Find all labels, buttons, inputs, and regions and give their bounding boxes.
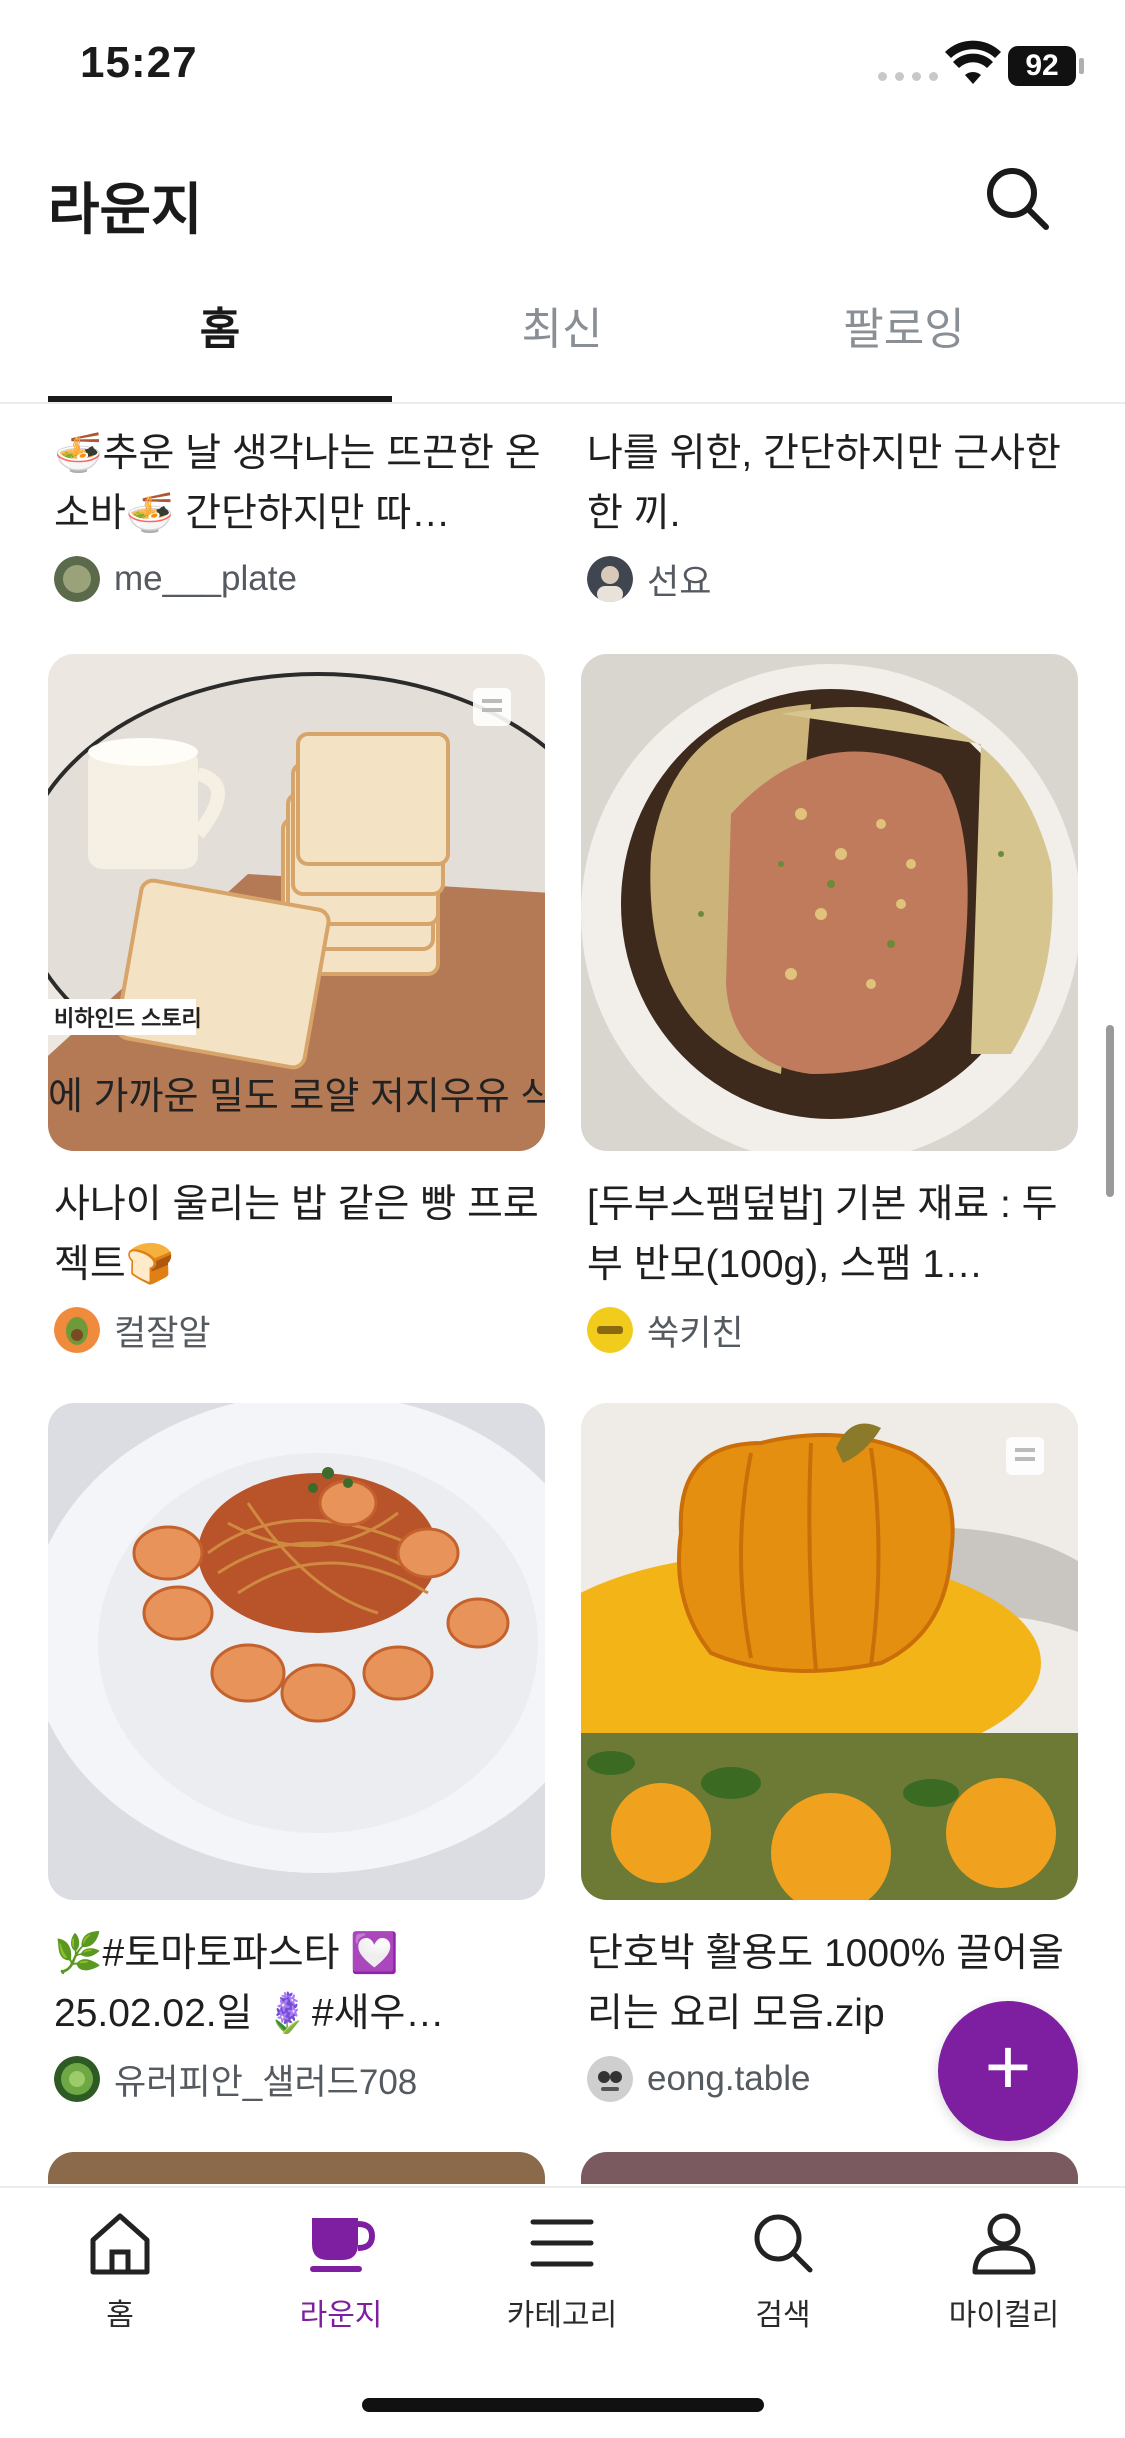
post-caption: 🍜추운 날 생각나는 뜨끈한 온소바🍜 간단하지만 따… [54,432,541,535]
image-text: 에 가까운 밀도 로얄 저지우유 식빵 [48,1076,545,1118]
author-avatar [587,2056,633,2102]
post-thumbnail[interactable]: 비하인드 스토리 에 가까운 밀도 로얄 저지우유 식빵 [48,654,545,1151]
nav-lounge[interactable]: 라운지 [241,2210,441,2334]
post-card[interactable]: 🍜추운 날 생각나는 뜨끈한 온소바🍜 간단하지만 따… me___plate [48,424,545,606]
wifi-icon [945,40,1001,84]
create-post-button[interactable]: + [938,2001,1078,2141]
author-avatar [587,1307,633,1353]
post-author[interactable]: 선요 [581,552,1078,606]
page-title: 라운지 [48,178,203,241]
post-thumbnail[interactable] [48,1403,545,1900]
tab-indicator [48,396,392,402]
status-bar: 15:27 92 [0,0,1125,135]
post-card[interactable] [581,2152,1078,2184]
post-thumbnail[interactable] [48,2152,545,2184]
post-author[interactable]: 유러피안_샐러드708 [48,2052,545,2106]
post-thumbnail[interactable] [581,1403,1078,1900]
tab-bar: 홈 최신 팔로잉 [0,275,1125,404]
nav-search[interactable]: 검색 [683,2210,883,2334]
author-avatar [54,556,100,602]
post-thumbnail[interactable] [581,654,1078,1151]
author-name: eong.table [647,2059,811,2098]
user-icon [972,2213,1036,2275]
recipe-doc-icon [473,688,511,726]
post-card[interactable] [48,2152,545,2184]
tab-following[interactable]: 팔로잉 [732,275,1076,402]
battery-level: 92 [1008,46,1076,86]
lounge-feed[interactable]: 🍜추운 날 생각나는 뜨끈한 온소바🍜 간단하지만 따… me___plate … [0,404,1125,2184]
coffee-cup-icon [310,2218,376,2272]
home-indicator [362,2398,764,2412]
tab-home[interactable]: 홈 [48,275,392,402]
post-card[interactable]: 비하인드 스토리 에 가까운 밀도 로얄 저지우유 식빵 사나이 울리는 밥 같… [48,654,545,1357]
post-card[interactable]: 🌿#토마토파스타 💟 25.02.02.일 🪻#새우… 유러피안_샐러드708 [48,1403,545,2106]
post-card[interactable]: 나를 위한, 간단하지만 근사한 한 끼. 선요 [581,424,1078,606]
post-caption: [두부스팸덮밥] 기본 재료 : 두부 반모(100g), 스팸 1… [587,1183,1058,1286]
nav-category[interactable]: 카테고리 [462,2210,662,2334]
home-icon [90,2213,150,2275]
author-name: 쑥키친 [647,1313,744,1353]
menu-icon [530,2219,594,2267]
nav-label: 마이컬리 [948,2299,1060,2332]
nav-label: 검색 [755,2299,811,2332]
recipe-doc-icon [1006,1437,1044,1475]
battery-cap [1079,58,1084,74]
page-header: 라운지 [0,135,1125,265]
nav-home[interactable]: 홈 [20,2210,220,2334]
signal-dots-icon [878,72,938,81]
search-icon[interactable] [982,163,1052,233]
post-card[interactable]: [두부스팸덮밥] 기본 재료 : 두부 반모(100g), 스팸 1… 쑥키친 [581,654,1078,1357]
post-caption: 나를 위한, 간단하지만 근사한 한 끼. [587,432,1061,535]
status-time: 15:27 [80,38,198,87]
nav-label: 라운지 [299,2299,383,2332]
post-caption: 사나이 울리는 밥 같은 빵 프로젝트🍞 [54,1183,539,1286]
scroll-indicator[interactable] [1106,1025,1114,1197]
author-name: 유러피안_샐러드708 [114,2062,418,2102]
author-name: 선요 [647,562,712,602]
author-name: me___plate [114,559,297,598]
author-avatar [54,1307,100,1353]
author-name: 컬잘알 [114,1313,211,1353]
author-avatar [587,556,633,602]
nav-label: 홈 [106,2299,134,2332]
search-icon [754,2214,813,2273]
post-author[interactable]: 컬잘알 [48,1303,545,1357]
author-avatar [54,2056,100,2102]
nav-label: 카테고리 [506,2299,618,2332]
post-thumbnail[interactable] [581,2152,1078,2184]
image-text: 비하인드 스토리 [54,1006,202,1031]
post-caption: 🌿#토마토파스타 💟 25.02.02.일 🪻#새우… [54,1932,445,2035]
tab-latest[interactable]: 최신 [390,275,734,402]
post-author[interactable]: me___plate [48,552,545,606]
nav-my-kurly[interactable]: 마이컬리 [904,2210,1104,2334]
post-author[interactable]: 쑥키친 [581,1303,1078,1357]
